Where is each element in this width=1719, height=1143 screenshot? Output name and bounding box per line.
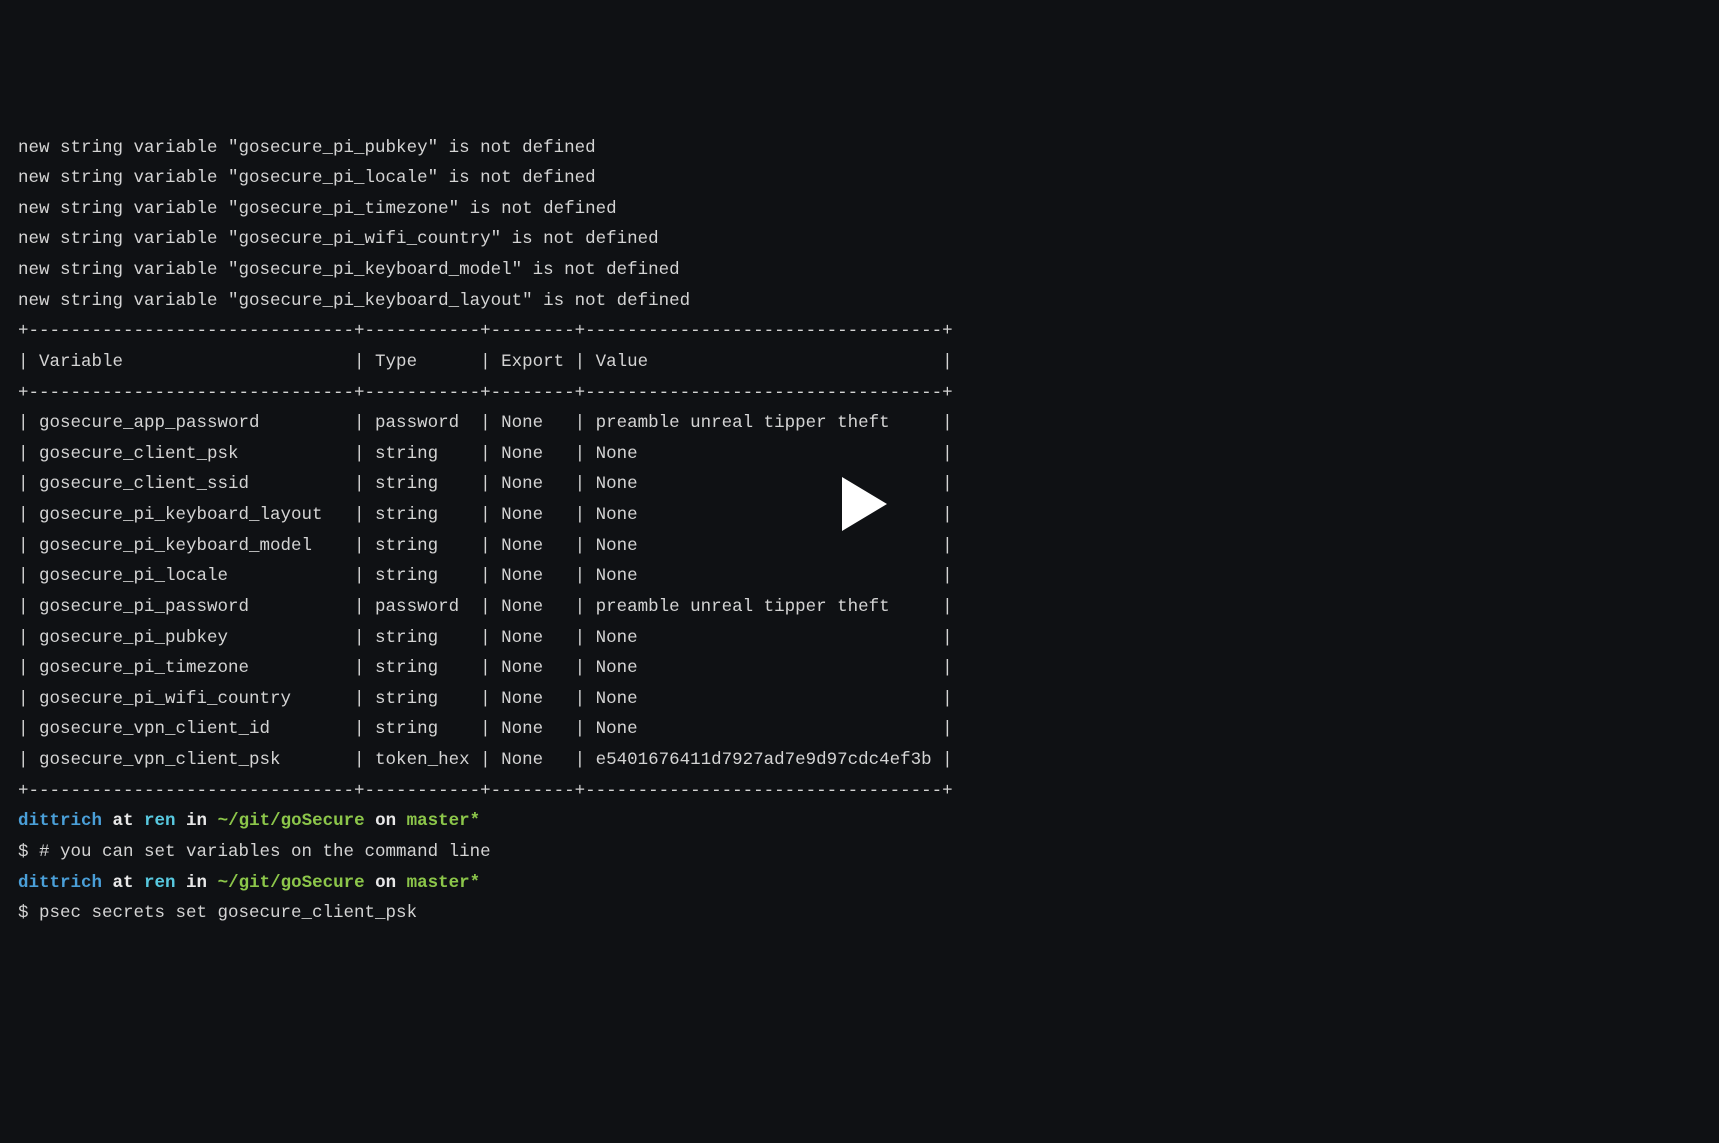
warning-line: new string variable "gosecure_pi_wifi_co… <box>18 224 1701 255</box>
prompt-line: dittrich at ren in ~/git/goSecure on mas… <box>18 806 1701 837</box>
prompt-at: at <box>102 811 144 831</box>
prompt-path: ~/git/goSecure <box>218 811 365 831</box>
prompt-line: dittrich at ren in ~/git/goSecure on mas… <box>18 868 1701 899</box>
table-row: | gosecure_app_password | password | Non… <box>18 408 1701 439</box>
prompt-at: at <box>102 873 144 893</box>
prompt-branch: master* <box>407 811 481 831</box>
table-header: | Variable | Type | Export | Value | <box>18 347 1701 378</box>
command-line: $ psec secrets set gosecure_client_psk <box>18 898 1701 929</box>
table-row: | gosecure_pi_timezone | string | None |… <box>18 653 1701 684</box>
table-border: +-------------------------------+-------… <box>18 776 1701 807</box>
table-row: | gosecure_pi_password | password | None… <box>18 592 1701 623</box>
table-border: +-------------------------------+-------… <box>18 316 1701 347</box>
table-row: | gosecure_vpn_client_psk | token_hex | … <box>18 745 1701 776</box>
table-row: | gosecure_pi_wifi_country | string | No… <box>18 684 1701 715</box>
prompt-path: ~/git/goSecure <box>218 873 365 893</box>
table-row: | gosecure_pi_locale | string | None | N… <box>18 561 1701 592</box>
warning-line: new string variable "gosecure_pi_keyboar… <box>18 255 1701 286</box>
command-line: $ # you can set variables on the command… <box>18 837 1701 868</box>
prompt-in: in <box>176 811 218 831</box>
warning-line: new string variable "gosecure_pi_locale"… <box>18 163 1701 194</box>
play-icon <box>815 459 905 549</box>
warning-line: new string variable "gosecure_pi_pubkey"… <box>18 133 1701 164</box>
prompt-on: on <box>365 811 407 831</box>
prompt-branch: master* <box>407 873 481 893</box>
prompt-host: ren <box>144 811 176 831</box>
warning-line: new string variable "gosecure_pi_timezon… <box>18 194 1701 225</box>
table-row: | gosecure_pi_pubkey | string | None | N… <box>18 623 1701 654</box>
prompt-on: on <box>365 873 407 893</box>
table-border: +-------------------------------+-------… <box>18 378 1701 409</box>
play-button[interactable] <box>815 459 905 549</box>
prompt-host: ren <box>144 873 176 893</box>
prompt-in: in <box>176 873 218 893</box>
prompt-user: dittrich <box>18 811 102 831</box>
table-row: | gosecure_vpn_client_id | string | None… <box>18 714 1701 745</box>
prompt-user: dittrich <box>18 873 102 893</box>
warning-line: new string variable "gosecure_pi_keyboar… <box>18 286 1701 317</box>
